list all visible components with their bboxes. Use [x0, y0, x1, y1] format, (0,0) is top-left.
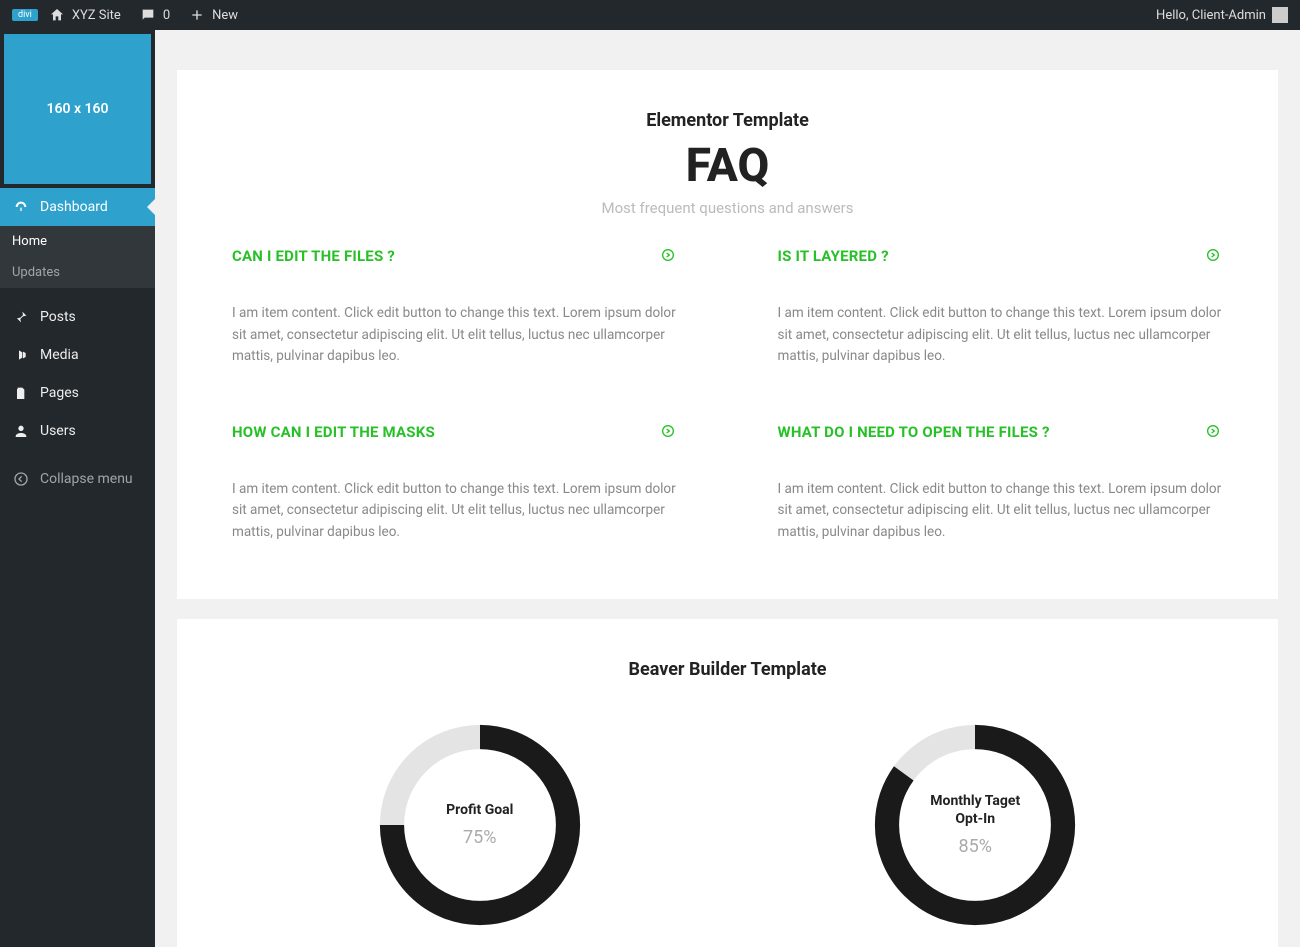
faq-title: FAQ	[232, 139, 1223, 193]
faq-answer: I am item content. Click edit button to …	[778, 479, 1224, 544]
sidebar-item-label: Pages	[40, 385, 79, 401]
theme-badge[interactable]: divi	[12, 9, 38, 21]
gauge-value: 85%	[959, 836, 992, 857]
faq-subtitle: Most frequent questions and answers	[232, 199, 1223, 217]
elementor-card: Elementor Template FAQ Most frequent que…	[177, 70, 1278, 599]
faq-answer: I am item content. Click edit button to …	[232, 303, 678, 368]
admin-topbar: divi XYZ Site 0 New Hello, Client-Admin	[0, 0, 1300, 30]
comments-link[interactable]: 0	[139, 6, 170, 24]
faq-question: WHAT DO I NEED TO OPEN THE FILES ?	[778, 423, 1050, 441]
elementor-block-title: Elementor Template	[232, 110, 1223, 131]
faq-answer: I am item content. Click edit button to …	[232, 479, 678, 544]
faq-toggle-header[interactable]: IS IT LAYERED ?	[778, 247, 1224, 265]
sidebar-logo: 160 x 160	[4, 34, 151, 184]
sidebar-item-label: Posts	[40, 309, 76, 325]
account-link[interactable]: Hello, Client-Admin	[1156, 7, 1288, 23]
sidebar-item-collapse[interactable]: Collapse menu	[0, 460, 155, 498]
chevron-circle-icon	[1205, 247, 1223, 265]
faq-item: IS IT LAYERED ? I am item content. Click…	[778, 247, 1224, 368]
users-icon	[12, 422, 30, 440]
faq-toggle-header[interactable]: WHAT DO I NEED TO OPEN THE FILES ?	[778, 423, 1224, 441]
sidebar-item-users[interactable]: Users	[0, 412, 155, 450]
media-icon	[12, 346, 30, 364]
new-label: New	[212, 8, 238, 23]
comment-icon	[139, 6, 157, 24]
home-icon	[48, 6, 66, 24]
avatar	[1272, 7, 1288, 23]
pages-icon	[12, 384, 30, 402]
sidebar-item-label: Media	[40, 347, 79, 363]
faq-toggle-header[interactable]: CAN I EDIT THE FILES ?	[232, 247, 678, 265]
chevron-circle-icon	[660, 247, 678, 265]
gauge-label: Monthly Taget Opt-In	[930, 792, 1020, 828]
faq-item: CAN I EDIT THE FILES ? I am item content…	[232, 247, 678, 368]
sidebar-item-media[interactable]: Media	[0, 336, 155, 374]
pin-icon	[12, 308, 30, 326]
site-link[interactable]: XYZ Site	[48, 6, 121, 24]
sidebar-item-pages[interactable]: Pages	[0, 374, 155, 412]
beaver-card: Beaver Builder Template Profit Goal 75%	[177, 619, 1278, 947]
sidebar-subitem-home[interactable]: Home	[0, 226, 155, 257]
faq-item: WHAT DO I NEED TO OPEN THE FILES ? I am …	[778, 423, 1224, 544]
gauge-profit-goal: Profit Goal 75%	[370, 715, 590, 935]
sidebar-item-posts[interactable]: Posts	[0, 298, 155, 336]
gauge-label: Profit Goal	[446, 801, 513, 819]
faq-answer: I am item content. Click edit button to …	[778, 303, 1224, 368]
sidebar-item-label: Users	[40, 423, 76, 439]
site-name: XYZ Site	[72, 8, 121, 23]
comment-count: 0	[163, 8, 170, 23]
sidebar-item-dashboard[interactable]: Dashboard	[0, 188, 155, 226]
plus-icon	[188, 6, 206, 24]
collapse-icon	[12, 470, 30, 488]
beaver-block-title: Beaver Builder Template	[232, 659, 1223, 680]
sidebar-subitem-updates[interactable]: Updates	[0, 257, 155, 288]
faq-item: HOW CAN I EDIT THE MASKS I am item conte…	[232, 423, 678, 544]
greeting-text: Hello, Client-Admin	[1156, 8, 1266, 23]
gauge-value: 75%	[463, 827, 496, 848]
chevron-circle-icon	[1205, 423, 1223, 441]
faq-question: CAN I EDIT THE FILES ?	[232, 247, 395, 265]
faq-question: HOW CAN I EDIT THE MASKS	[232, 423, 435, 441]
faq-question: IS IT LAYERED ?	[778, 247, 889, 265]
faq-toggle-header[interactable]: HOW CAN I EDIT THE MASKS	[232, 423, 678, 441]
dashboard-icon	[12, 198, 30, 216]
chevron-circle-icon	[660, 423, 678, 441]
admin-sidebar: 160 x 160 Dashboard Home Updates Posts M…	[0, 30, 155, 947]
main-content: Elementor Template FAQ Most frequent que…	[155, 30, 1300, 947]
sidebar-item-label: Dashboard	[40, 199, 108, 215]
gauge-monthly-target: Monthly Taget Opt-In 85%	[865, 715, 1085, 935]
new-link[interactable]: New	[188, 6, 238, 24]
sidebar-item-label: Collapse menu	[40, 471, 133, 487]
